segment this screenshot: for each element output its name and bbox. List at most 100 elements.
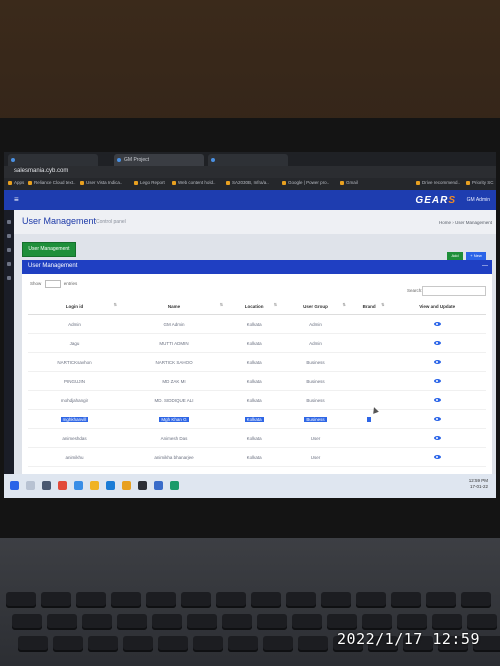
bookmark[interactable]: Lego Report — [134, 180, 165, 185]
table-row[interactable]: Admin GM Admin Kolkata Admin — [28, 314, 486, 334]
app-icon[interactable] — [138, 481, 147, 490]
cell-brand — [349, 447, 389, 467]
cell-login: animeshdas — [28, 428, 121, 448]
keyboard-key — [251, 592, 281, 608]
url-text: salesmania.cyb.com — [14, 168, 69, 174]
app-icon[interactable] — [74, 481, 83, 490]
eye-icon[interactable] — [433, 378, 441, 383]
eye-icon[interactable] — [433, 321, 441, 326]
panel-header: User Management — — [22, 260, 492, 274]
cell-brand — [349, 428, 389, 448]
table-row[interactable]: NARTICKsavhon NARTICK SAHOO Kolkata Busines… — [28, 352, 486, 372]
search-input[interactable] — [422, 286, 486, 296]
cell-login: Jagu — [28, 333, 121, 353]
keyboard-key — [82, 614, 112, 630]
start-icon[interactable] — [10, 481, 19, 490]
keyboard-key — [41, 592, 71, 608]
sidebar-icon[interactable] — [7, 220, 11, 224]
panel-title: User Management — [28, 263, 78, 269]
keyboard-key — [18, 636, 48, 652]
column-header-login[interactable]: Login id ⇅ — [28, 298, 121, 315]
cell-name: animikha bhanarjee — [121, 447, 228, 467]
cell-group: Admin — [281, 314, 350, 334]
bookmark[interactable]: Drive recommend.. — [416, 180, 460, 185]
sidebar-icon[interactable] — [7, 262, 11, 266]
table-row[interactable]: PINGUJIN MD ZAK MI Kolkata Business — [28, 371, 486, 391]
column-header-group[interactable]: User Group ⇅ — [281, 298, 350, 315]
table-row[interactable]: mghkhanvill Mgh Khan G Kolkata Business — [28, 409, 486, 429]
eye-icon[interactable] — [433, 416, 441, 421]
bookmark[interactable]: SA2030B, Infra/a.. — [226, 180, 269, 185]
keyboard-key — [467, 614, 497, 630]
browser-tab-bar: GM Project — [4, 152, 496, 166]
bookmark[interactable]: User Vista Indica.. — [80, 180, 122, 185]
cell-name: MUTTI ADMIN — [121, 333, 228, 353]
keyboard-key — [432, 614, 462, 630]
eye-icon[interactable] — [433, 397, 441, 402]
cell-login: Admin — [28, 314, 121, 334]
entries-label: entries — [63, 281, 78, 287]
keyboard-key — [181, 592, 211, 608]
cell-group: Business — [281, 371, 350, 391]
bookmark[interactable]: Google | Power pro.. — [282, 180, 329, 185]
browser-tab[interactable] — [8, 154, 98, 166]
bookmark[interactable]: Reliance Cloud text.. — [28, 180, 76, 185]
eye-icon[interactable] — [433, 340, 441, 345]
folder-icon[interactable] — [90, 481, 99, 490]
bookmark[interactable]: Priority SC — [466, 180, 494, 185]
address-bar[interactable]: salesmania.cyb.com — [4, 166, 496, 178]
app-icon[interactable] — [154, 481, 163, 490]
collapse-icon[interactable]: — — [482, 263, 488, 269]
cell-location: Kolkata — [227, 371, 282, 391]
cell-location: Kolkata — [227, 333, 282, 353]
keyboard-key — [228, 636, 258, 652]
users-table: Login id ⇅ Name ⇅ Location ⇅ User Group ⇅ Br… — [28, 298, 486, 498]
bookmark[interactable]: Web content hold.. — [172, 180, 215, 185]
add-button[interactable]: Add — [447, 252, 463, 260]
sidebar-icon[interactable] — [7, 234, 11, 238]
breadcrumb[interactable]: Home › User Management — [439, 220, 492, 225]
browser-tab-active[interactable]: GM Project — [114, 154, 204, 166]
column-header-location[interactable]: Location ⇅ — [227, 298, 282, 315]
eye-icon[interactable] — [433, 454, 441, 459]
cell-location: Kolkata — [227, 447, 282, 467]
tray-clock[interactable]: 12:59 PM 17-01-22 — [469, 478, 488, 490]
bookmark[interactable]: Apps — [8, 180, 24, 185]
app-icon[interactable] — [106, 481, 115, 490]
bookmark[interactable]: Gmail — [340, 180, 358, 185]
entries-select[interactable] — [44, 280, 61, 288]
cell-brand — [349, 371, 389, 391]
table-row[interactable]: animikhu animikha bhanarjee Kolkata User — [28, 447, 486, 467]
admin-user-label[interactable]: GM Admin — [467, 197, 490, 203]
app-icon[interactable] — [58, 481, 67, 490]
cell-location: Kolkata — [227, 428, 282, 448]
cell-view — [388, 333, 486, 353]
column-header-name[interactable]: Name ⇅ — [121, 298, 228, 315]
laptop-screen: GM Project salesmania.cyb.com Apps Relia… — [4, 152, 496, 498]
column-header-brand[interactable]: Brand ⇅ — [349, 298, 389, 315]
task-view-icon[interactable] — [42, 481, 51, 490]
app-icon[interactable] — [170, 481, 179, 490]
keyboard-key — [146, 592, 176, 608]
table-row[interactable]: mohdjahangir MD. SIDDIQUE ALI Kolkata Busin… — [28, 390, 486, 410]
search-icon[interactable] — [26, 481, 35, 490]
table-row[interactable]: Jagu MUTTI ADMIN Kolkata Admin — [28, 333, 486, 353]
eye-icon[interactable] — [433, 359, 441, 364]
cell-brand — [349, 314, 389, 334]
keyboard-key — [111, 592, 141, 608]
hamburger-icon[interactable]: ≡ — [14, 195, 19, 204]
sidebar-icon[interactable] — [7, 248, 11, 252]
cell-location: Kolkata — [227, 390, 282, 410]
browser-tab[interactable] — [208, 154, 288, 166]
cell-group: Business — [281, 390, 350, 410]
user-management-button[interactable]: User Management — [22, 242, 76, 257]
table-header-row: Login id ⇅ Name ⇅ Location ⇅ User Group ⇅ Br… — [28, 298, 486, 315]
chrome-icon[interactable] — [122, 481, 131, 490]
cell-group: Business — [281, 409, 350, 429]
sidebar-icon[interactable] — [7, 276, 11, 280]
table-row[interactable]: animeshdas Animesh Das Kolkata User — [28, 428, 486, 448]
page-title: User Management — [22, 216, 97, 226]
new-user-button[interactable]: + New — [466, 252, 486, 260]
cell-location: Kolkata — [227, 409, 282, 429]
eye-icon[interactable] — [433, 435, 441, 440]
